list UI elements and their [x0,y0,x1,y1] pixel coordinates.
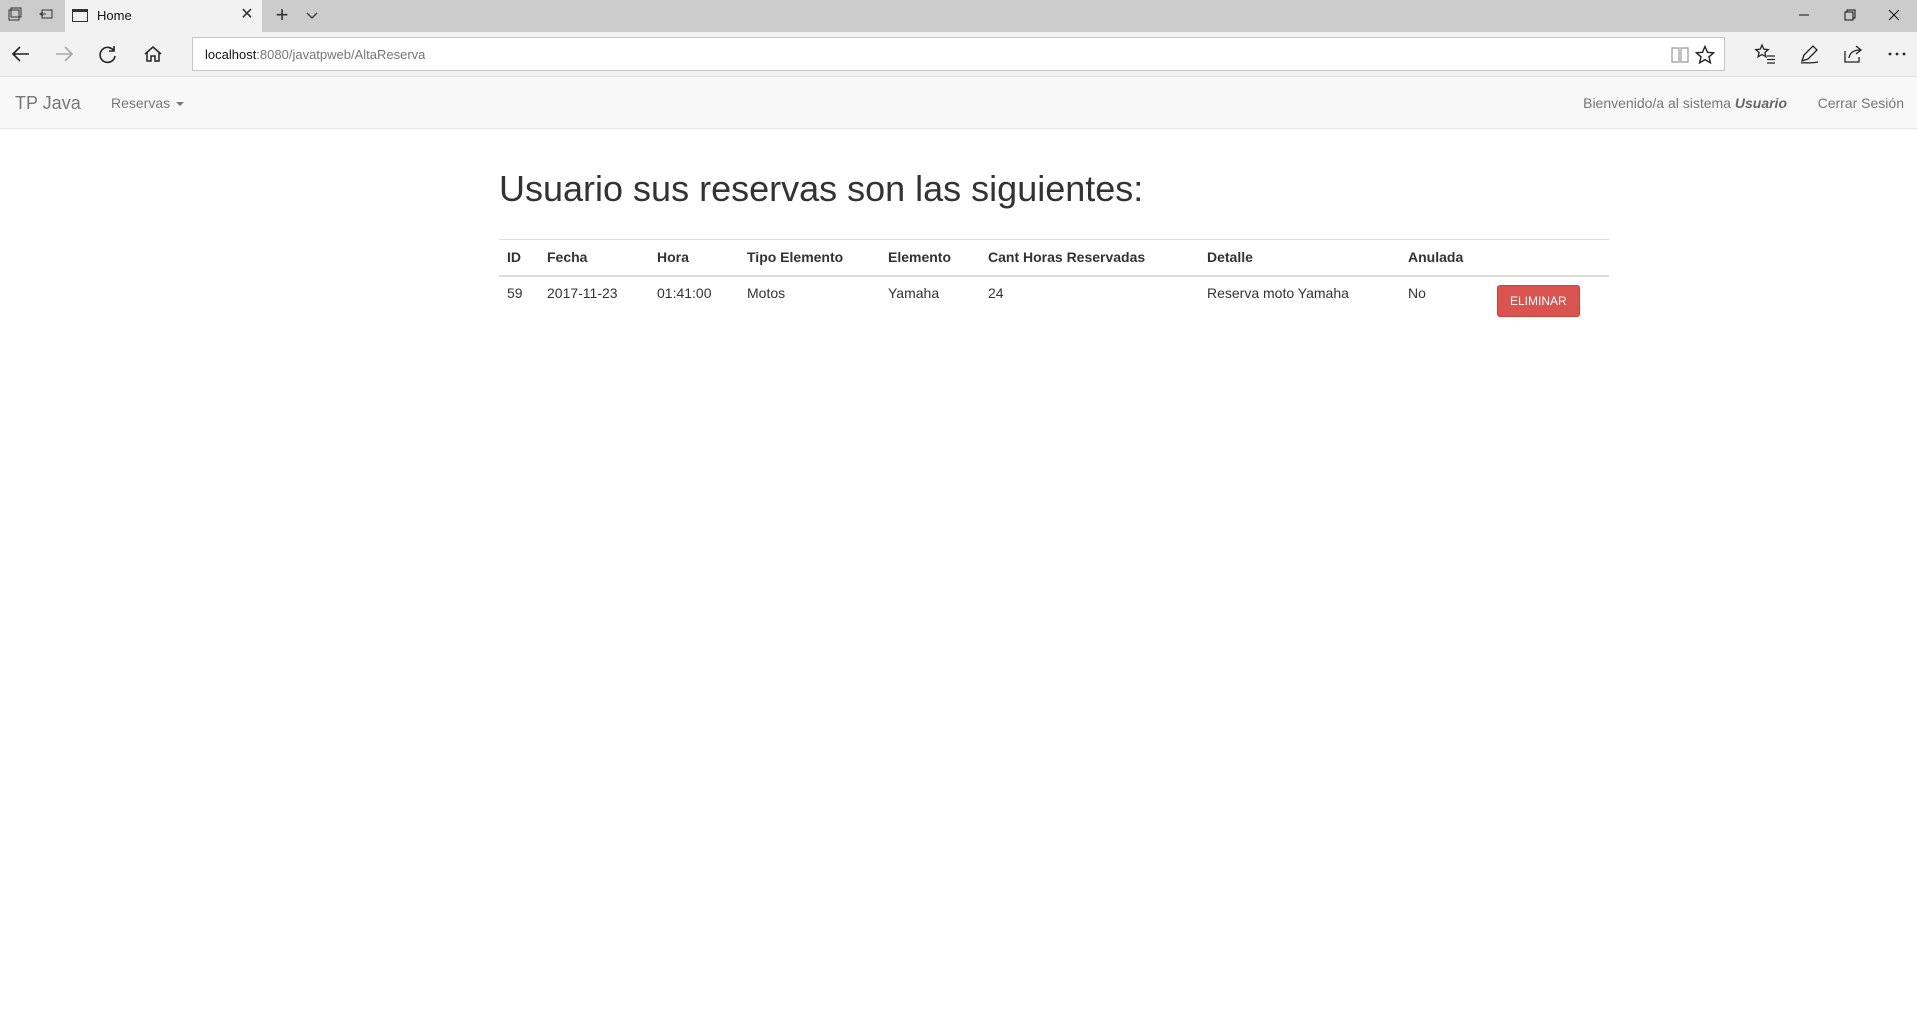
cell-elemento: Yamaha [880,275,980,326]
column-header-actions [1489,238,1609,278]
share-icon[interactable] [1839,40,1867,68]
page-title: Usuario sus reservas son las siguientes: [499,168,1144,209]
browser-title-bar: Home ✕ + [0,0,1917,32]
url-host: localhost [205,47,257,62]
logout-link[interactable]: Cerrar Sesión [1818,95,1904,111]
table-row: 59 2017-11-23 01:41:00 Motos Yamaha 24 R… [499,275,1609,326]
refresh-icon[interactable] [94,40,122,68]
tab-actions-icon[interactable] [6,7,24,25]
minimize-icon[interactable] [1781,0,1827,32]
set-aside-tabs-icon[interactable] [37,7,55,25]
url-text[interactable]: localhost:8080/javatpweb/AltaReserva [205,47,425,62]
cell-detalle: Reserva moto Yamaha [1199,275,1400,326]
cell-fecha: 2017-11-23 [539,275,649,326]
address-bar[interactable]: localhost:8080/javatpweb/AltaReserva [192,37,1725,71]
new-tab-icon[interactable]: + [270,3,294,27]
tab-title: Home [97,8,132,23]
browser-tab-home[interactable]: Home ✕ [65,0,262,32]
cell-actions: ELIMINAR [1489,275,1609,326]
home-icon[interactable] [139,40,167,68]
reservas-dropdown[interactable]: Reservas [111,95,185,111]
restore-icon[interactable] [1827,0,1873,32]
caret-down-icon [176,102,185,107]
column-header-elemento: Elemento [880,238,980,278]
welcome-message: Bienvenido/a al sistema Usuario [1583,95,1787,111]
browser-toolbar: localhost:8080/javatpweb/AltaReserva [0,32,1917,77]
reading-view-icon[interactable] [1669,44,1691,66]
cell-cant-horas: 24 [980,275,1199,326]
column-header-fecha: Fecha [539,238,649,278]
column-header-detalle: Detalle [1199,238,1400,278]
user-name: Usuario [1734,95,1787,111]
column-header-tipo-elemento: Tipo Elemento [739,238,880,278]
column-header-anulada: Anulada [1400,238,1489,278]
main-container: Usuario sus reservas son las siguientes:… [499,129,1609,326]
column-header-cant-horas: Cant Horas Reservadas [980,238,1199,278]
reservas-dropdown-label: Reservas [111,95,171,111]
page-icon [72,9,88,22]
favorites-hub-icon[interactable] [1751,40,1779,68]
url-path: :8080/javatpweb/AltaReserva [256,47,426,62]
close-tab-icon[interactable]: ✕ [238,6,256,24]
reservations-table: ID Fecha Hora Tipo Elemento Elemento Can… [499,238,1609,326]
pen-notes-icon[interactable] [1795,40,1823,68]
cell-tipo-elemento: Motos [739,275,880,326]
cell-hora: 01:41:00 [649,275,739,326]
forward-arrow-icon[interactable] [50,40,78,68]
site-navbar: TP Java Reservas Bienvenido/a al sistema… [0,78,1917,129]
welcome-text: Bienvenido/a al sistema [1583,95,1731,111]
column-header-id: ID [499,238,539,278]
close-window-icon[interactable] [1871,0,1917,32]
cell-id: 59 [499,275,539,326]
favorite-star-icon[interactable] [1694,44,1716,66]
brand-link[interactable]: TP Java [15,93,81,114]
table-header-row: ID Fecha Hora Tipo Elemento Elemento Can… [499,238,1609,278]
back-arrow-icon[interactable] [7,40,35,68]
cell-anulada: No [1400,275,1489,326]
chevron-down-icon[interactable] [302,5,322,25]
delete-reservation-button[interactable]: ELIMINAR [1497,285,1580,318]
more-options-icon[interactable] [1883,40,1911,68]
column-header-hora: Hora [649,238,739,278]
